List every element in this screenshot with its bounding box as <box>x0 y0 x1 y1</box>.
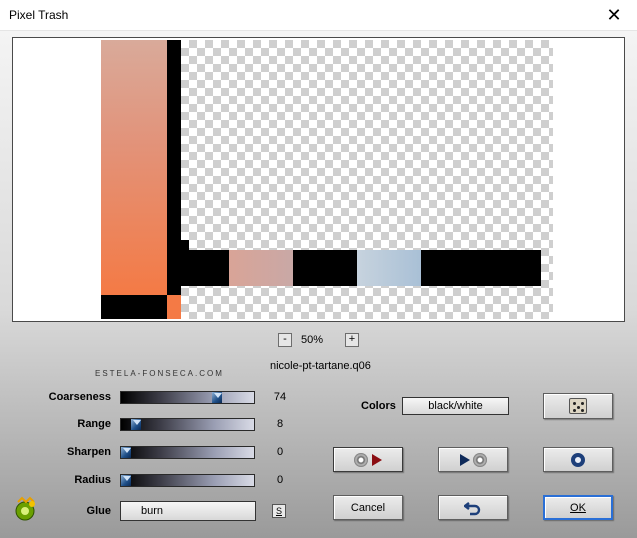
reset-button[interactable] <box>543 447 613 472</box>
preview-pink-block <box>229 250 293 286</box>
preview-gradient-strip <box>101 40 167 295</box>
preview-orange-square <box>167 295 181 319</box>
window-title: Pixel Trash <box>9 8 69 22</box>
disc-icon <box>472 452 487 467</box>
coarseness-label: Coarseness <box>48 391 111 403</box>
brand-label[interactable]: ESTELA-FONSECA.COM <box>95 369 224 378</box>
glue-s-button[interactable]: S <box>272 504 286 518</box>
disc-icon <box>354 452 368 467</box>
range-slider-thumb[interactable] <box>131 419 141 430</box>
image-preview[interactable] <box>12 37 625 322</box>
preview-horizontal-bar <box>167 250 541 286</box>
sharpen-slider[interactable] <box>120 446 255 459</box>
colors-label: Colors <box>361 400 396 412</box>
coarseness-value: 74 <box>273 391 287 403</box>
range-label: Range <box>77 418 111 430</box>
zoom-in-button[interactable]: + <box>345 333 359 347</box>
preview-notch <box>181 240 189 250</box>
glue-mode-field[interactable]: burn <box>120 501 256 521</box>
colors-field[interactable]: black/white <box>402 397 509 415</box>
range-slider[interactable] <box>120 418 255 431</box>
play-icon <box>372 453 382 466</box>
preset-filename: nicole-pt-tartane.q06 <box>270 360 371 372</box>
coarseness-slider-thumb[interactable] <box>212 392 222 403</box>
coarseness-slider[interactable] <box>120 391 255 404</box>
radius-value: 0 <box>276 474 284 486</box>
load-preset-button[interactable] <box>333 447 403 472</box>
preview-black-block <box>101 295 167 319</box>
ok-button-label: OK <box>570 501 586 514</box>
ring-icon <box>571 452 585 467</box>
zoom-out-button[interactable]: - <box>278 333 292 347</box>
dice-icon <box>569 398 587 414</box>
save-preset-button[interactable] <box>438 447 508 472</box>
radius-slider[interactable] <box>120 474 255 487</box>
ok-button[interactable]: OK <box>543 495 613 520</box>
play-icon <box>459 453 470 466</box>
title-bar: Pixel Trash ✕ <box>0 0 637 31</box>
radius-slider-thumb[interactable] <box>121 475 131 486</box>
cancel-button[interactable]: Cancel <box>333 495 403 520</box>
sharpen-value: 0 <box>276 446 284 458</box>
sharpen-slider-thumb[interactable] <box>121 447 131 458</box>
radius-label: Radius <box>74 474 111 486</box>
zoom-level: 50% <box>301 334 324 346</box>
range-value: 8 <box>276 418 284 430</box>
sharpen-label: Sharpen <box>66 446 111 458</box>
undo-button[interactable] <box>438 495 508 520</box>
preview-blue-block <box>357 250 421 286</box>
randomize-button[interactable] <box>543 393 613 419</box>
undo-arrow-icon <box>464 501 481 515</box>
close-icon[interactable]: ✕ <box>591 0 637 31</box>
glue-label: Glue <box>86 505 111 517</box>
